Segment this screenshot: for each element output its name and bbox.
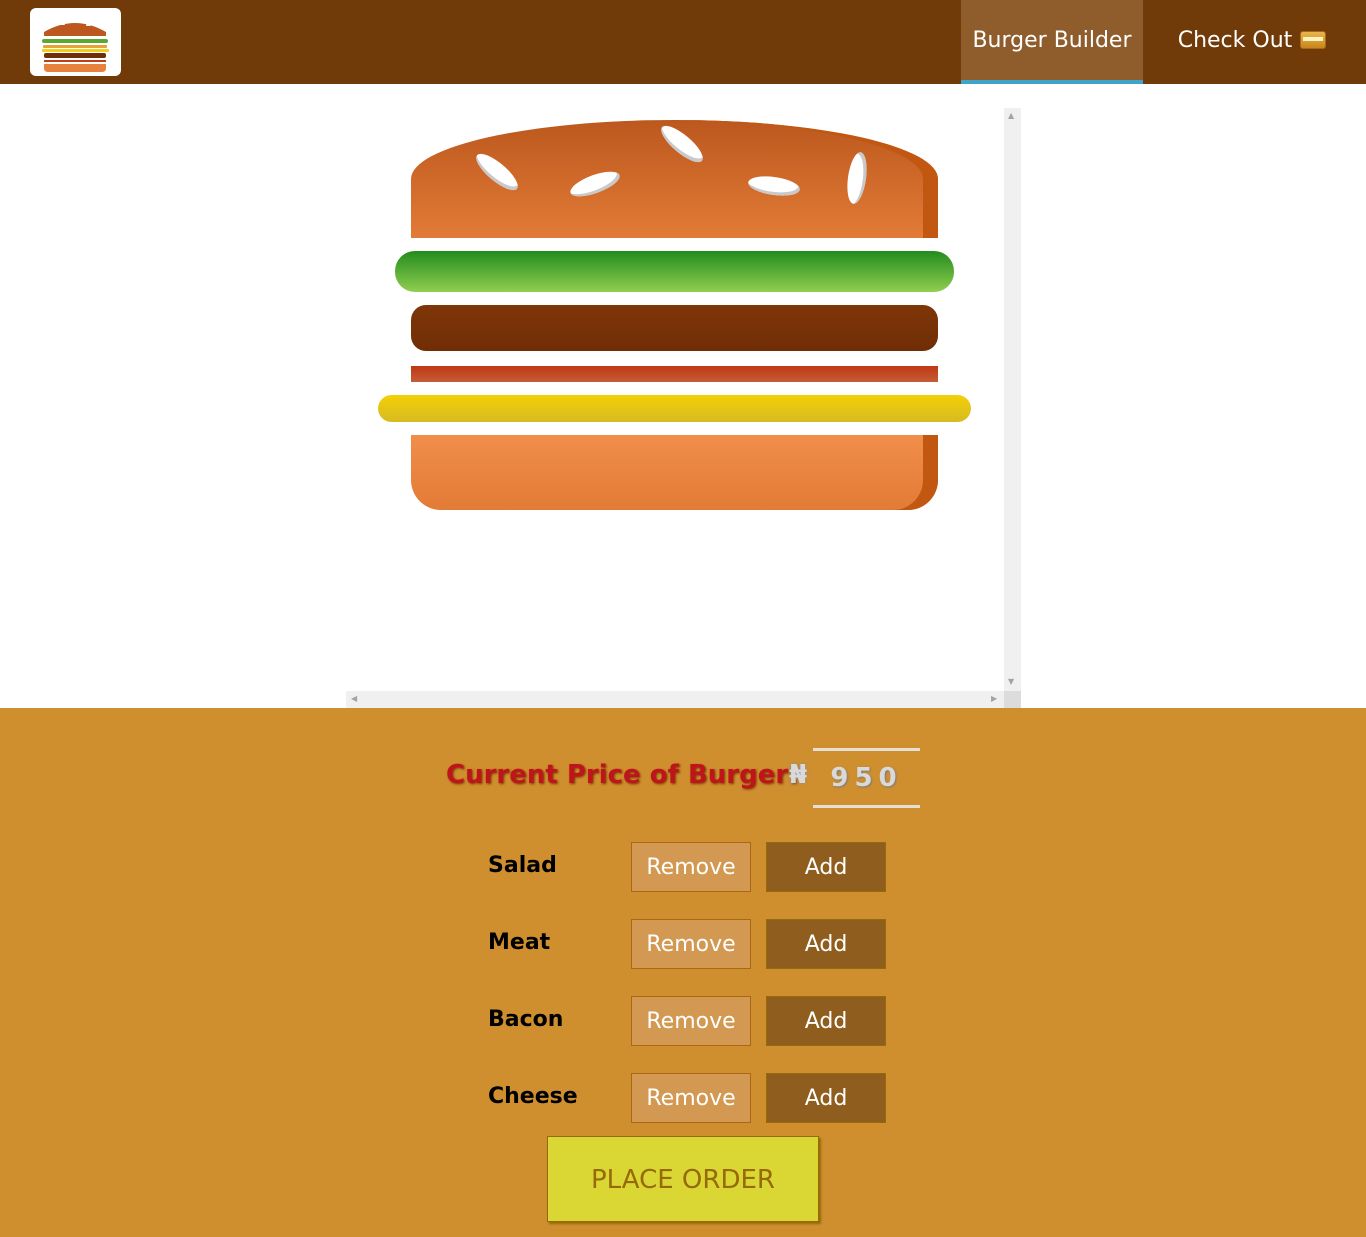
credit-card-icon: [1300, 31, 1327, 49]
add-salad-button[interactable]: Add: [766, 842, 886, 892]
add-meat-button[interactable]: Add: [766, 919, 886, 969]
nav-check-out[interactable]: Check Out: [1152, 0, 1352, 84]
bread-top: [411, 120, 938, 238]
bread-bottom: [411, 435, 938, 510]
toolbar: Burger Builder Check Out: [0, 0, 1366, 84]
add-bacon-button[interactable]: Add: [766, 996, 886, 1046]
remove-meat-button[interactable]: Remove: [631, 919, 751, 969]
place-order-button[interactable]: PLACE ORDER: [547, 1136, 819, 1222]
build-controls: Current Price of Burger: ₦ 950 Salad Rem…: [0, 708, 1366, 1237]
ingredient-label: Cheese: [488, 1084, 578, 1109]
build-control-salad: Salad Remove Add: [488, 842, 888, 892]
logo[interactable]: [30, 8, 121, 76]
build-control-bacon: Bacon Remove Add: [488, 996, 888, 1046]
scrollbar-corner: [1004, 691, 1021, 708]
meat-layer: [411, 305, 938, 351]
price-label: Current Price of Burger:: [446, 760, 799, 790]
price-value: 950: [813, 748, 920, 808]
build-control-cheese: Cheese Remove Add: [488, 1073, 888, 1123]
remove-salad-button[interactable]: Remove: [631, 842, 751, 892]
add-cheese-button[interactable]: Add: [766, 1073, 886, 1123]
ingredient-label: Meat: [488, 930, 551, 955]
ingredient-label: Bacon: [488, 1007, 564, 1032]
cheese-layer: [378, 395, 971, 422]
sesame-seed: [747, 173, 801, 199]
remove-bacon-button[interactable]: Remove: [631, 996, 751, 1046]
nav-check-out-label: Check Out: [1177, 28, 1293, 53]
salad-layer: [395, 251, 954, 292]
scroll-down-icon[interactable]: ▼: [1008, 678, 1014, 686]
scroll-right-icon[interactable]: ▶: [991, 695, 997, 703]
burger-preview: ▲ ▼ ◀ ▶: [346, 108, 1021, 708]
currency-symbol: ₦: [789, 760, 808, 790]
sesame-seed: [471, 148, 523, 196]
burger-logo-icon: [42, 21, 109, 72]
vertical-scrollbar[interactable]: ▲ ▼: [1004, 108, 1021, 691]
horizontal-scrollbar[interactable]: ◀ ▶: [346, 691, 1004, 708]
ingredient-label: Salad: [488, 853, 557, 878]
build-control-meat: Meat Remove Add: [488, 919, 888, 969]
sesame-seed: [656, 120, 708, 168]
nav-burger-builder-label: Burger Builder: [972, 28, 1132, 53]
bacon-layer: [411, 366, 938, 382]
sesame-seed: [844, 151, 870, 205]
remove-cheese-button[interactable]: Remove: [631, 1073, 751, 1123]
nav-burger-builder[interactable]: Burger Builder: [961, 0, 1143, 84]
sesame-seed: [567, 166, 623, 202]
scroll-up-icon[interactable]: ▲: [1008, 112, 1014, 120]
scroll-left-icon[interactable]: ◀: [351, 695, 357, 703]
